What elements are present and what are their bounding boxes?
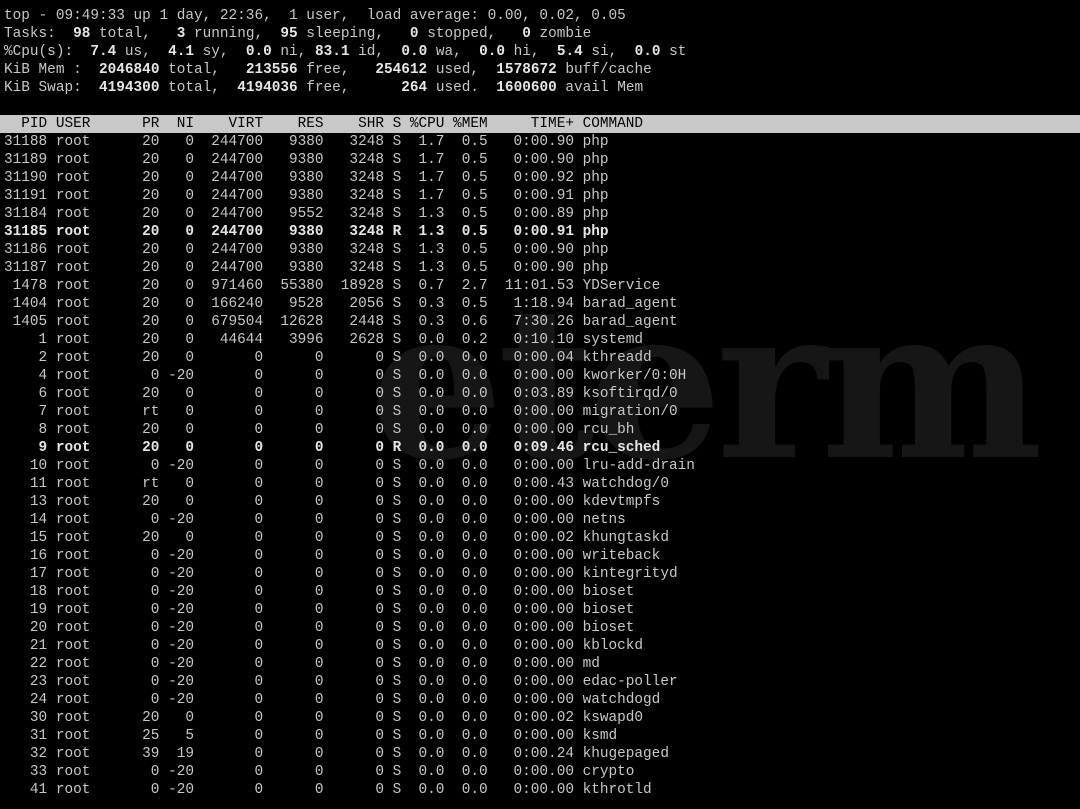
uptime-line: top - 09:49:33 up 1 day, 22:36, 1 user, … <box>4 8 626 24</box>
process-row: 31186 root 20 0 244700 9380 3248 S 1.3 0… <box>4 242 609 258</box>
tasks-prefix: Tasks: <box>4 26 65 42</box>
process-row: 31187 root 20 0 244700 9380 3248 S 1.3 0… <box>4 260 609 276</box>
mem-prefix: KiB Mem : <box>4 62 99 78</box>
mem-line: KiB Mem : 2046840 total, 213556 free, 25… <box>4 61 1080 79</box>
tasks-sep-e: zombie <box>530 26 592 42</box>
swap-free: 4194036 <box>237 80 298 96</box>
cpu-st: 0.0 <box>634 44 661 60</box>
process-row: 19 root 0 -20 0 0 0 S 0.0 0.0 0:00.00 bi… <box>4 602 635 618</box>
process-row: 14 root 0 -20 0 0 0 S 0.0 0.0 0:00.00 ne… <box>4 512 626 528</box>
cpu-sep-f: hi, <box>505 44 557 60</box>
process-table: 31188 root 20 0 244700 9380 3248 S 1.7 0… <box>4 133 1080 799</box>
cpu-line: %Cpu(s): 7.4 us, 4.1 sy, 0.0 ni, 83.1 id… <box>4 43 1080 61</box>
process-row: 6 root 20 0 0 0 0 S 0.0 0.0 0:03.89 ksof… <box>4 386 678 402</box>
cpu-hi: 0.0 <box>479 44 506 60</box>
cpu-sep-e: wa, <box>427 44 480 60</box>
cpu-ni: 0.0 <box>245 44 272 60</box>
process-row: 8 root 20 0 0 0 0 S 0.0 0.0 0:00.00 rcu_… <box>4 422 635 438</box>
cpu-sep-h: st <box>660 44 687 60</box>
process-row: 1405 root 20 0 679504 12628 2448 S 0.3 0… <box>4 314 678 330</box>
process-row: 1404 root 20 0 166240 9528 2056 S 0.3 0.… <box>4 296 678 312</box>
tasks-zombie: 0 <box>522 26 531 42</box>
tasks-total: 98 <box>64 26 91 42</box>
swap-sep-b: free, <box>297 80 402 96</box>
cpu-sep-c: ni, <box>271 44 315 60</box>
mem-sep-b: free, <box>297 62 376 78</box>
mem-used: 254612 <box>375 62 428 78</box>
process-row: 7 root rt 0 0 0 0 S 0.0 0.0 0:00.00 migr… <box>4 404 678 420</box>
process-row: 10 root 0 -20 0 0 0 S 0.0 0.0 0:00.00 lr… <box>4 458 695 474</box>
process-row: 18 root 0 -20 0 0 0 S 0.0 0.0 0:00.00 bi… <box>4 584 635 600</box>
cpu-sep-d: id, <box>349 44 402 60</box>
process-row: 31191 root 20 0 244700 9380 3248 S 1.7 0… <box>4 188 609 204</box>
tasks-sep-a: total, <box>90 26 177 42</box>
process-row: 13 root 20 0 0 0 0 S 0.0 0.0 0:00.00 kde… <box>4 494 661 510</box>
tasks-sep-c: sleeping, <box>297 26 410 42</box>
process-row: 1478 root 20 0 971460 55380 18928 S 0.7 … <box>4 278 661 294</box>
process-row: 15 root 20 0 0 0 0 S 0.0 0.0 0:00.02 khu… <box>4 530 669 546</box>
cpu-us: 7.4 <box>90 44 117 60</box>
tasks-stopped: 0 <box>409 26 419 42</box>
cpu-prefix: %Cpu(s): <box>4 44 91 60</box>
cpu-wa: 0.0 <box>401 44 428 60</box>
terminal-output: top - 09:49:33 up 1 day, 22:36, 1 user, … <box>0 7 1080 799</box>
swap-sep-a: total, <box>159 80 238 96</box>
process-row: 9 root 20 0 0 0 0 R 0.0 0.0 0:09.46 rcu_… <box>4 440 661 456</box>
process-row: 33 root 0 -20 0 0 0 S 0.0 0.0 0:00.00 cr… <box>4 764 635 780</box>
swap-line: KiB Swap: 4194300 total, 4194036 free, 2… <box>4 79 1080 97</box>
cpu-si: 5.4 <box>556 44 583 60</box>
cpu-sep-b: sy, <box>194 44 246 60</box>
process-row: 31188 root 20 0 244700 9380 3248 S 1.7 0… <box>4 134 609 150</box>
cpu-sy: 4.1 <box>168 44 195 60</box>
process-row: 24 root 0 -20 0 0 0 S 0.0 0.0 0:00.00 wa… <box>4 692 661 708</box>
swap-used: 264 <box>401 80 428 96</box>
process-row: 1 root 20 0 44644 3996 2628 S 0.0 0.2 0:… <box>4 332 644 348</box>
process-row: 32 root 39 19 0 0 0 S 0.0 0.0 0:00.24 kh… <box>4 746 669 762</box>
process-row: 16 root 0 -20 0 0 0 S 0.0 0.0 0:00.00 wr… <box>4 548 661 564</box>
tasks-sep-d: stopped, <box>418 26 523 42</box>
process-row: 2 root 20 0 0 0 0 S 0.0 0.0 0:00.04 kthr… <box>4 350 652 366</box>
process-row: 11 root rt 0 0 0 0 S 0.0 0.0 0:00.43 wat… <box>4 476 669 492</box>
swap-prefix: KiB Swap: <box>4 80 99 96</box>
process-row: 22 root 0 -20 0 0 0 S 0.0 0.0 0:00.00 md <box>4 656 600 672</box>
mem-cache: 1578672 <box>496 62 557 78</box>
swap-avail: 1600600 <box>496 80 557 96</box>
tasks-sep-b: running, <box>185 26 281 42</box>
mem-sep-a: total, <box>159 62 246 78</box>
swap-sep-d: avail Mem <box>556 80 644 96</box>
swap-total: 4194300 <box>99 80 160 96</box>
process-row: 23 root 0 -20 0 0 0 S 0.0 0.0 0:00.00 ed… <box>4 674 678 690</box>
mem-sep-d: buff/cache <box>556 62 652 78</box>
tasks-sleeping: 95 <box>280 26 298 42</box>
process-row: 20 root 0 -20 0 0 0 S 0.0 0.0 0:00.00 bi… <box>4 620 635 636</box>
process-row: 31190 root 20 0 244700 9380 3248 S 1.7 0… <box>4 170 609 186</box>
mem-sep-c: used, <box>427 62 497 78</box>
process-table-header: PID USER PR NI VIRT RES SHR S %CPU %MEM … <box>0 115 1080 133</box>
cpu-sep-g: si, <box>582 44 635 60</box>
process-row: 4 root 0 -20 0 0 0 S 0.0 0.0 0:00.00 kwo… <box>4 368 687 384</box>
mem-free: 213556 <box>245 62 298 78</box>
process-row: 31189 root 20 0 244700 9380 3248 S 1.7 0… <box>4 152 609 168</box>
process-row: 21 root 0 -20 0 0 0 S 0.0 0.0 0:00.00 kb… <box>4 638 644 654</box>
process-row: 30 root 20 0 0 0 0 S 0.0 0.0 0:00.02 ksw… <box>4 710 644 726</box>
process-row: 31 root 25 5 0 0 0 S 0.0 0.0 0:00.00 ksm… <box>4 728 618 744</box>
swap-sep-c: used. <box>427 80 497 96</box>
cpu-id: 83.1 <box>314 44 350 60</box>
process-row: 41 root 0 -20 0 0 0 S 0.0 0.0 0:00.00 kt… <box>4 782 652 798</box>
process-row: 31185 root 20 0 244700 9380 3248 R 1.3 0… <box>4 224 609 240</box>
process-row: 17 root 0 -20 0 0 0 S 0.0 0.0 0:00.00 ki… <box>4 566 678 582</box>
process-row: 31184 root 20 0 244700 9552 3248 S 1.3 0… <box>4 206 609 222</box>
cpu-sep-a: us, <box>116 44 169 60</box>
tasks-line: Tasks: 98 total, 3 running, 95 sleeping,… <box>4 25 1080 43</box>
mem-total: 2046840 <box>99 62 160 78</box>
